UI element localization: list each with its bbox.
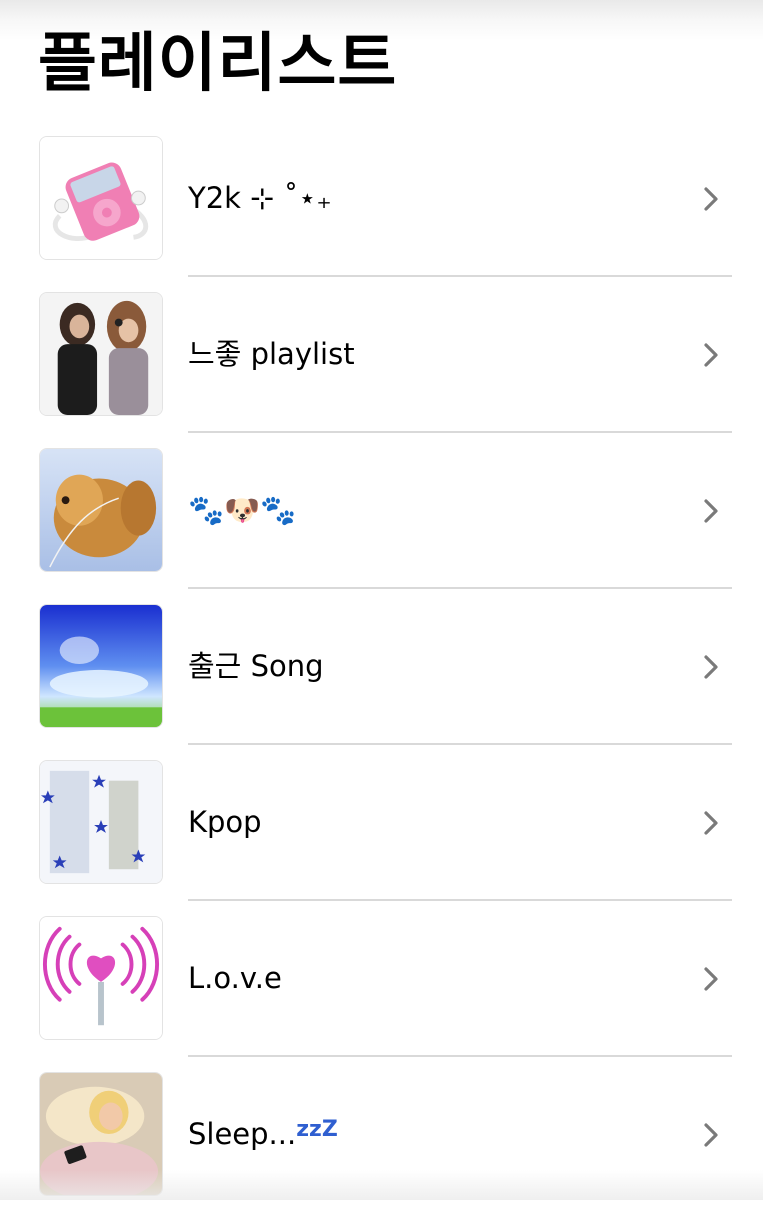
chevron-right-icon [700, 341, 722, 369]
row-divider [188, 431, 732, 433]
playlist-name: Y2k ⊹ ˚⋆₊ [188, 180, 332, 216]
chevron-right-icon [700, 1121, 722, 1149]
playlist-row[interactable]: Kpop [0, 760, 763, 916]
playlist-name: L.o.v.e [188, 960, 282, 996]
row-divider [188, 1055, 732, 1057]
two-girls-headphones-image [40, 293, 162, 415]
chevron-right-icon [700, 653, 722, 681]
pink-mp3-player-image [40, 137, 162, 259]
playlist-name-text: Sleep... [188, 1117, 296, 1151]
playlist-row[interactable]: Sleep...zzZ [0, 1072, 763, 1228]
playlist-thumbnail [39, 292, 163, 416]
dreamy-blue-sky-image [40, 605, 162, 727]
playlist-row[interactable]: Y2k ⊹ ˚⋆₊ [0, 136, 763, 292]
playlist-name: 🐾🐶🐾 [188, 492, 296, 528]
dog-with-earphones-image [40, 449, 162, 571]
row-divider [188, 587, 732, 589]
bottom-shade [0, 1170, 763, 1200]
playlist-thumbnail [39, 916, 163, 1040]
playlist-thumbnail [39, 136, 163, 260]
playlist-thumbnail [39, 760, 163, 884]
chevron-right-icon [700, 497, 722, 525]
row-divider [188, 275, 732, 277]
playlist-name: Sleep...zzZ [188, 1116, 338, 1156]
playlist-row[interactable]: 출근 Song [0, 604, 763, 760]
playlist-name: Kpop [188, 804, 262, 840]
heart-signal-lollipop-image [40, 917, 162, 1039]
playlist-row[interactable]: 느좋 playlist [0, 292, 763, 448]
playlist-thumbnail [39, 604, 163, 728]
playlist-name: 출근 Song [188, 648, 324, 684]
blurry-stars-room-image [40, 761, 162, 883]
playlist-name-suffix: zzZ [296, 1117, 338, 1142]
playlist-row[interactable]: 🐾🐶🐾 [0, 448, 763, 604]
chevron-right-icon [700, 809, 722, 837]
row-divider [188, 743, 732, 745]
playlist-row[interactable]: L.o.v.e [0, 916, 763, 1072]
chevron-right-icon [700, 185, 722, 213]
playlist-name: 느좋 playlist [188, 336, 355, 372]
chevron-right-icon [700, 965, 722, 993]
row-divider [188, 899, 732, 901]
playlist-thumbnail [39, 448, 163, 572]
page-title: 플레이리스트 [38, 22, 397, 106]
